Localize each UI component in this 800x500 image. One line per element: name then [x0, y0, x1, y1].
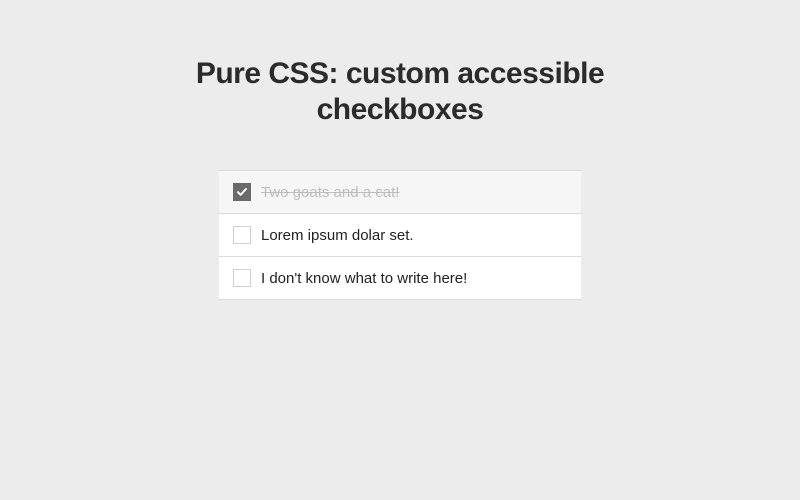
- checkbox[interactable]: [233, 183, 251, 201]
- check-icon: [236, 186, 248, 198]
- list-item[interactable]: Lorem ipsum dolar set.: [219, 214, 581, 257]
- checkbox-list: Two goats and a cat! Lorem ipsum dolar s…: [219, 170, 581, 300]
- list-item[interactable]: Two goats and a cat!: [219, 171, 581, 214]
- checkbox-label: Two goats and a cat!: [261, 184, 399, 201]
- page-title: Pure CSS: custom accessible checkboxes: [190, 56, 610, 128]
- checkbox[interactable]: [233, 226, 251, 244]
- checkbox[interactable]: [233, 269, 251, 287]
- checkbox-label: Lorem ipsum dolar set.: [261, 227, 414, 244]
- checkbox-label: I don't know what to write here!: [261, 270, 467, 287]
- list-item[interactable]: I don't know what to write here!: [219, 257, 581, 300]
